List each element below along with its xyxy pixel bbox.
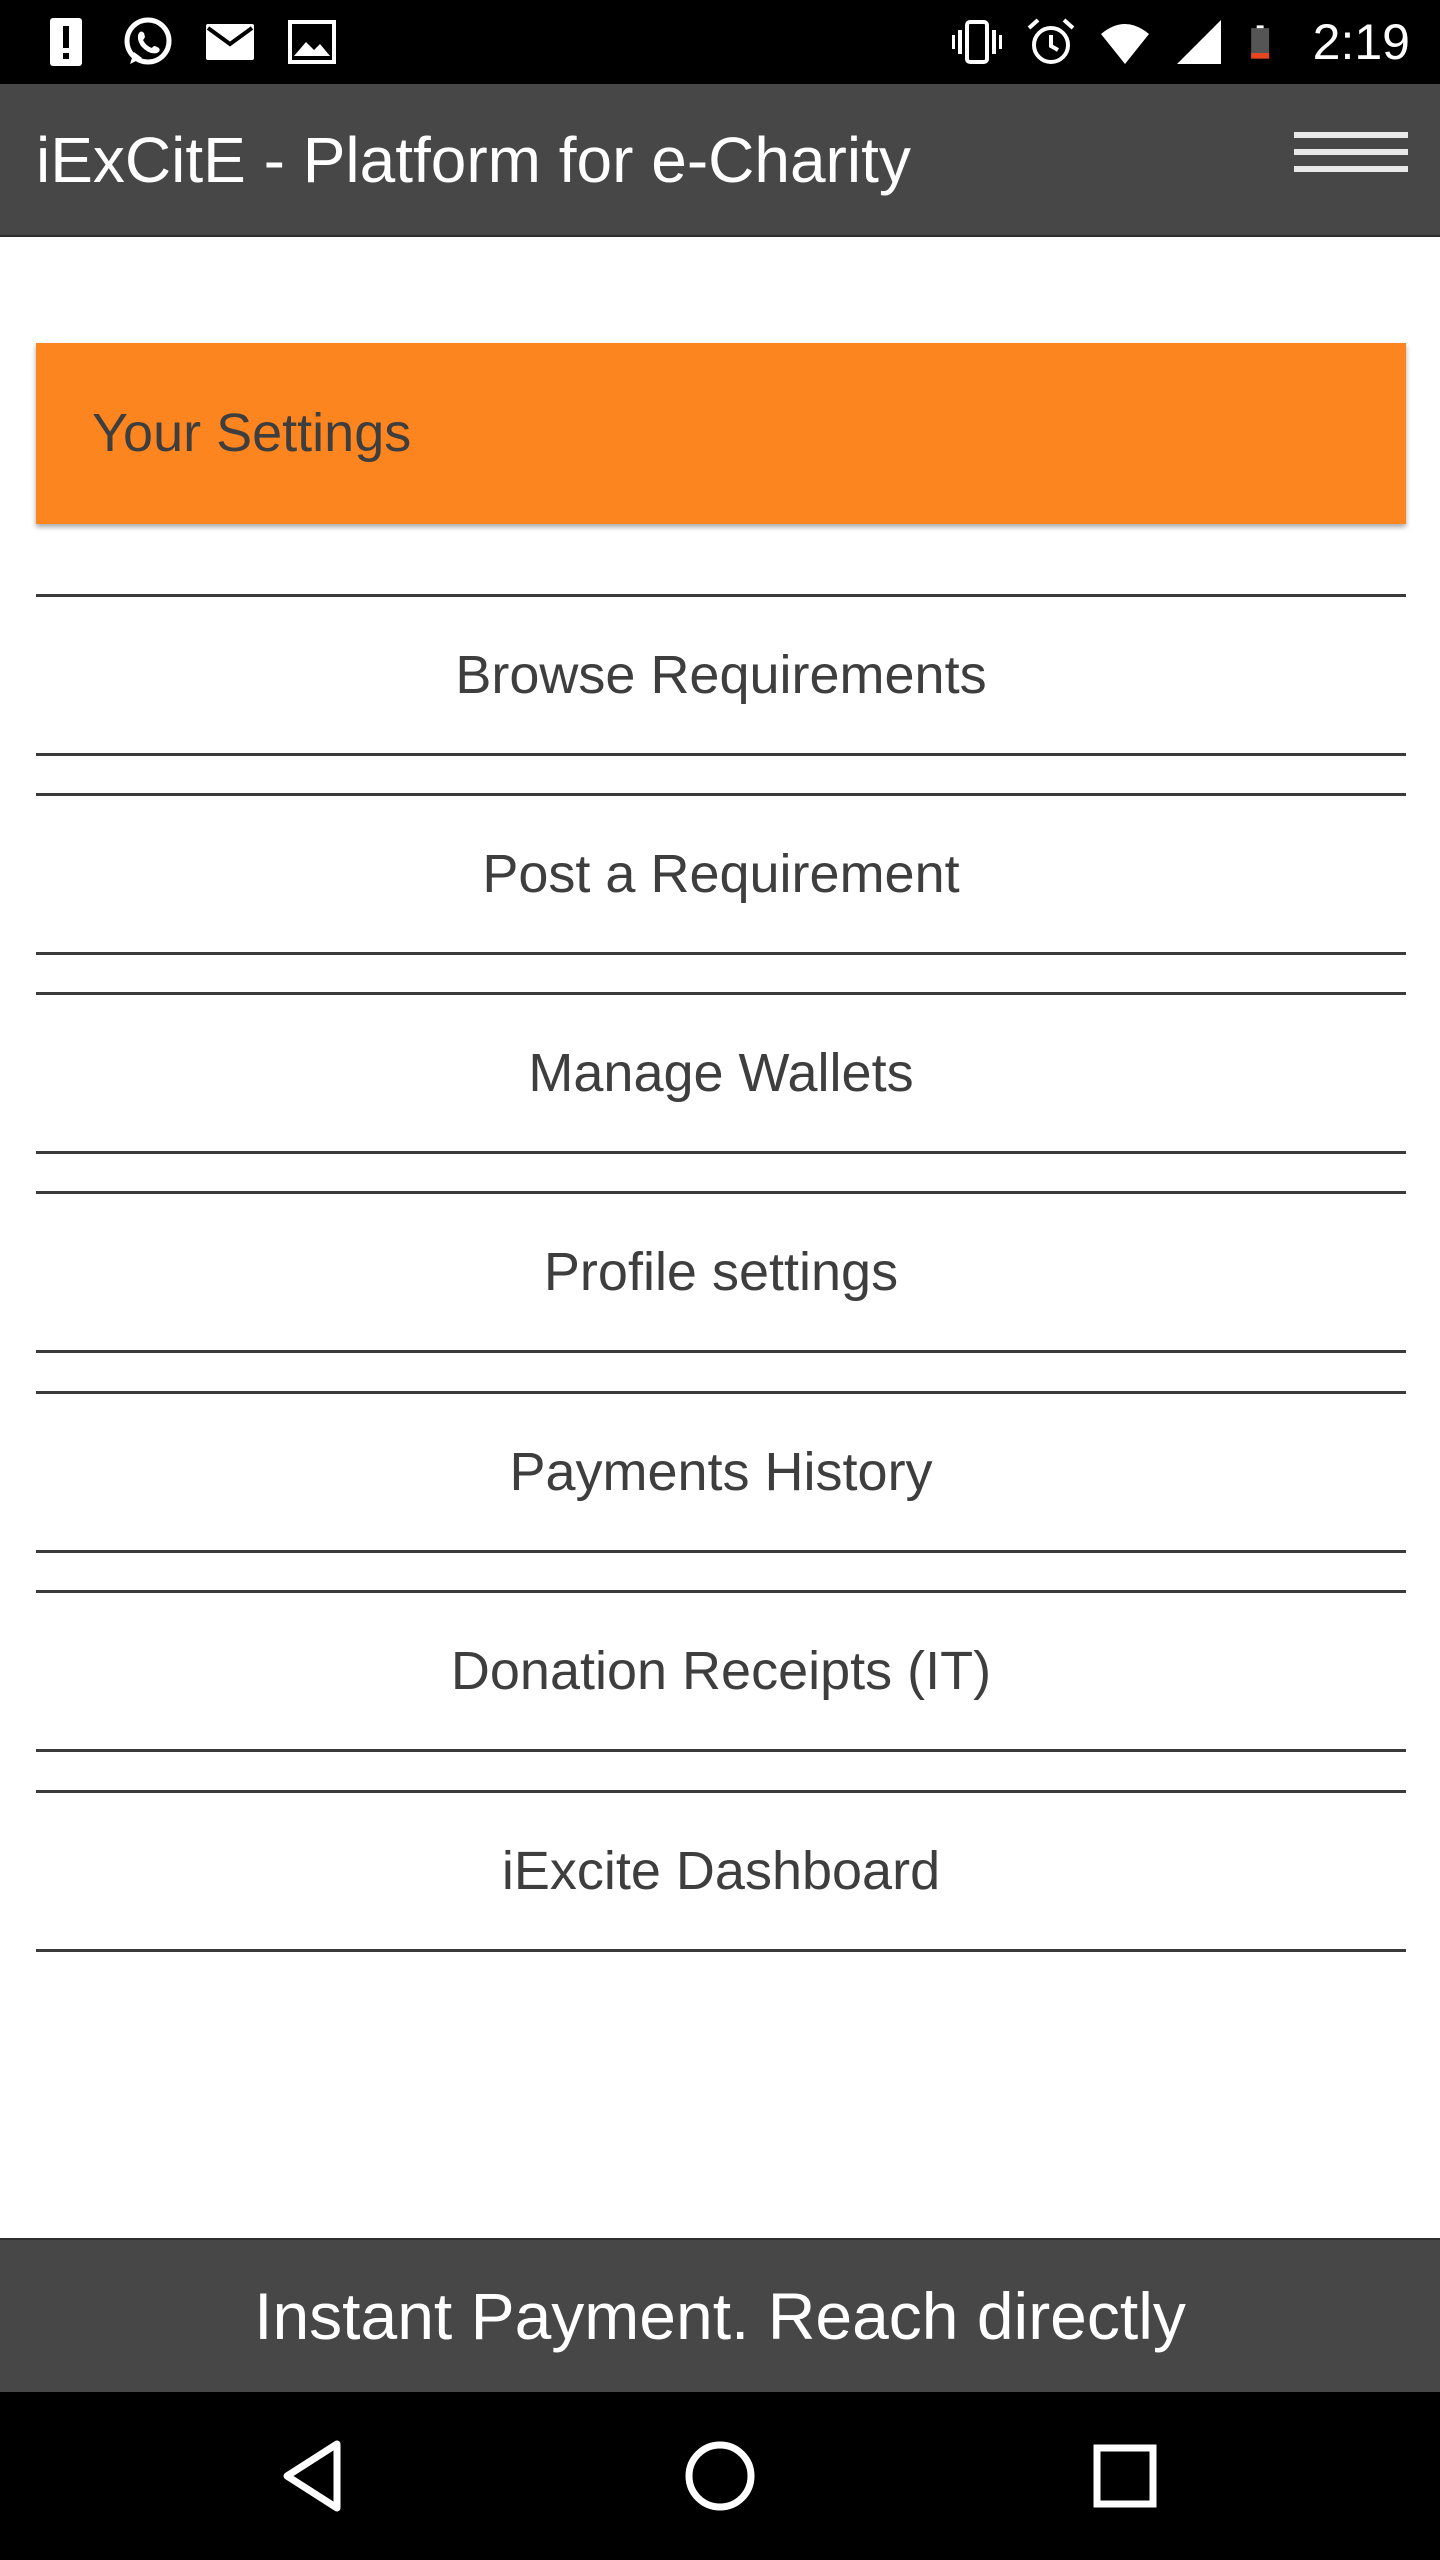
whatsapp-icon — [124, 17, 172, 65]
wifi-icon — [1100, 24, 1149, 64]
menu-item-donation-receipts[interactable]: Donation Receipts (IT) — [36, 1590, 1406, 1752]
hamburger-icon-line — [1294, 149, 1408, 155]
alarm-icon — [1027, 18, 1075, 64]
recents-icon[interactable] — [1075, 2426, 1175, 2526]
image-icon — [288, 20, 336, 64]
back-icon[interactable] — [265, 2426, 365, 2526]
battery-icon — [1250, 25, 1269, 59]
hamburger-menu-button[interactable] — [1294, 130, 1408, 190]
notification-icons — [40, 14, 338, 70]
home-icon[interactable] — [670, 2426, 770, 2526]
system-icons: 2:19 — [951, 14, 1410, 70]
signal-icon — [1176, 20, 1221, 64]
menu-item-post-requirement[interactable]: Post a Requirement — [36, 793, 1406, 955]
settings-header: Your Settings — [36, 343, 1406, 524]
menu-item-payments-history[interactable]: Payments History — [36, 1391, 1406, 1553]
navigation-bar — [0, 2392, 1440, 2560]
app-title: iExCitE - Platform for e-Charity — [36, 124, 911, 196]
email-icon — [206, 24, 254, 60]
footer-tagline: Instant Payment. Reach directly — [254, 2279, 1186, 2353]
app-bar: iExCitE - Platform for e-Charity — [0, 84, 1440, 237]
menu-item-iexcite-dashboard[interactable]: iExcite Dashboard — [36, 1790, 1406, 1952]
status-bar: 2:19 — [0, 0, 1440, 84]
hamburger-icon — [1294, 132, 1408, 138]
alert-icon — [50, 18, 82, 66]
menu-item-manage-wallets[interactable]: Manage Wallets — [36, 992, 1406, 1154]
clock: 2:19 — [1312, 14, 1410, 70]
settings-header-label: Your Settings — [92, 403, 412, 463]
footer-banner: Instant Payment. Reach directly — [0, 2238, 1440, 2392]
hamburger-icon-line — [1294, 166, 1408, 172]
menu-item-profile-settings[interactable]: Profile settings — [36, 1191, 1406, 1353]
menu-item-browse-requirements[interactable]: Browse Requirements — [36, 594, 1406, 756]
vibrate-icon — [951, 20, 1002, 64]
